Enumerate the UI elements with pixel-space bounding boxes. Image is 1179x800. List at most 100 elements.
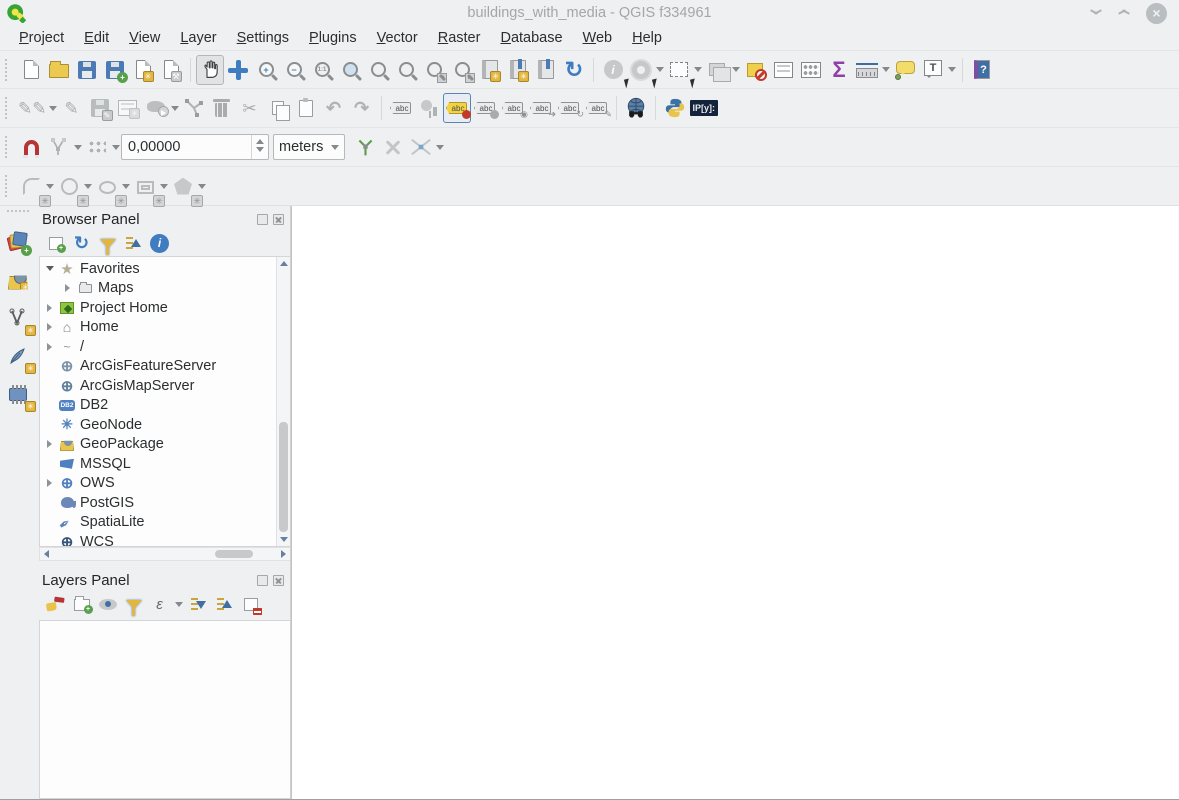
zoom-full-button[interactable] [336,55,364,85]
tree-item-mssql[interactable]: MSSQL [42,454,290,474]
toolbar-drag-handle[interactable] [5,136,13,158]
draw-circle-button[interactable]: ✳ [55,171,83,201]
tree-item-wcs[interactable]: ⊕WCS [42,532,290,547]
filter-by-expression-button[interactable]: ε [148,593,171,616]
scroll-left-arrow[interactable] [40,548,52,560]
browser-properties-button[interactable]: i [148,232,171,255]
close-button[interactable]: × [1146,3,1167,24]
show-hide-labels-button[interactable]: abc◉ [499,93,527,123]
undo-button[interactable]: ↶ [320,93,348,123]
menu-vector[interactable]: Vector [368,28,427,48]
new-spatialite-layer-button[interactable]: ✳ [4,342,32,370]
zoom-next-button[interactable]: ▸ [448,55,476,85]
draw-ellipse-button[interactable]: ✳ [93,171,121,201]
select-features-button[interactable] [665,55,693,85]
browser-refresh-button[interactable]: ↻ [70,232,93,255]
snapping-type-dropdown[interactable] [111,132,121,162]
measure-dropdown[interactable] [881,55,891,85]
save-project-button[interactable] [73,55,101,85]
move-label-button[interactable]: abc➔ [527,93,555,123]
browser-panel-close-button[interactable] [273,214,284,225]
layer-diagram-options-button[interactable] [415,93,443,123]
topological-editing-button[interactable] [351,132,379,162]
zoom-to-selection-button[interactable] [364,55,392,85]
open-attribute-table-button[interactable] [769,55,797,85]
scroll-up-arrow[interactable] [277,257,290,269]
spinner-buttons[interactable] [251,135,268,159]
tree-item-db2[interactable]: DB2DB2 [42,396,290,416]
menu-view[interactable]: View [120,28,169,48]
menu-help[interactable]: Help [623,28,671,48]
tree-item-geonode[interactable]: ✳GeoNode [42,415,290,435]
browser-vertical-scrollbar[interactable] [276,257,290,546]
snapping-tolerance-input[interactable] [122,139,251,155]
map-canvas[interactable] [291,206,1179,799]
show-bookmark-manager-button[interactable] [532,55,560,85]
show-layout-manager-button[interactable]: ⚒ [157,55,185,85]
pan-map-button[interactable] [196,55,224,85]
layers-panel-float-button[interactable] [257,575,268,586]
measure-button[interactable] [853,55,881,85]
help-button[interactable]: ? [968,55,996,85]
filter-legend-button[interactable] [122,593,145,616]
menu-raster[interactable]: Raster [429,28,490,48]
zoom-native-resolution-button[interactable]: 1:1 [308,55,336,85]
toolbar-drag-handle[interactable] [5,97,13,119]
scrollbar-thumb[interactable] [279,422,288,532]
toolbar-drag-handle[interactable] [5,59,13,81]
tree-item-ows[interactable]: ⊕OWS [42,474,290,494]
avoid-overlap-button[interactable] [407,132,435,162]
snapping-type-button[interactable] [83,132,111,162]
current-edits-button[interactable]: ✎✎ [17,93,48,123]
layers-list[interactable] [39,620,290,799]
current-edits-dropdown[interactable] [48,93,58,123]
avoid-overlap-dropdown[interactable] [435,132,445,162]
select-by-form-dropdown[interactable] [731,55,741,85]
scrollbar-thumb[interactable] [215,550,253,558]
snapping-units-select[interactable]: meters [273,134,345,160]
run-feature-action-button[interactable] [627,55,655,85]
snapping-on-intersection-button[interactable] [379,132,407,162]
menu-web[interactable]: Web [574,28,622,48]
annotation-dropdown[interactable] [947,55,957,85]
python-console-button[interactable] [661,93,689,123]
change-label-button[interactable]: abc✎ [583,93,611,123]
collapse-all-button[interactable] [213,593,236,616]
scroll-right-arrow[interactable] [278,548,290,560]
layers-panel-close-button[interactable] [273,575,284,586]
zoom-out-button[interactable]: − [280,55,308,85]
new-project-button[interactable] [17,55,45,85]
save-project-as-button[interactable]: + [101,55,129,85]
select-by-form-button[interactable] [703,55,731,85]
add-record-button[interactable]: ✳ [114,93,142,123]
rotate-label-button[interactable]: abc↻ [555,93,583,123]
browser-add-layers-button[interactable]: + [44,232,67,255]
toolbar-drag-handle[interactable] [5,175,13,197]
menu-settings[interactable]: Settings [228,28,298,48]
save-layer-edits-button[interactable]: ✎ [86,93,114,123]
text-annotation-button[interactable]: T [919,55,947,85]
copy-features-button[interactable] [264,93,292,123]
title-bar[interactable]: buildings_with_media - QGIS f334961 × [0,0,1179,26]
layer-styling-button[interactable] [44,593,67,616]
tree-item-maps[interactable]: Maps [42,279,290,299]
filter-expression-dropdown[interactable] [174,593,184,616]
tree-item-geopackage[interactable]: GeoPackage [42,435,290,455]
tree-item-arcgis-map-server[interactable]: ⊕ArcGisMapServer [42,376,290,396]
open-project-button[interactable] [45,55,73,85]
deselect-features-button[interactable] [741,55,769,85]
pan-to-selection-button[interactable] [224,55,252,85]
highlight-pinned-labels-button[interactable]: abc [443,93,471,123]
new-print-layout-button[interactable]: ✳ [129,55,157,85]
redo-button[interactable]: ↷ [348,93,376,123]
move-feature-button[interactable] [142,93,170,123]
new-spatial-bookmark-button[interactable]: ✳ [476,55,504,85]
browser-collapse-all-button[interactable] [122,232,145,255]
toggle-editing-button[interactable]: ✎ [58,93,86,123]
tree-item-home[interactable]: ⌂Home [42,318,290,338]
maximize-button[interactable] [1118,9,1130,17]
menu-layer[interactable]: Layer [171,28,225,48]
minimize-button[interactable] [1090,9,1102,17]
zoom-to-layer-button[interactable] [392,55,420,85]
browser-horizontal-scrollbar[interactable] [39,547,290,561]
